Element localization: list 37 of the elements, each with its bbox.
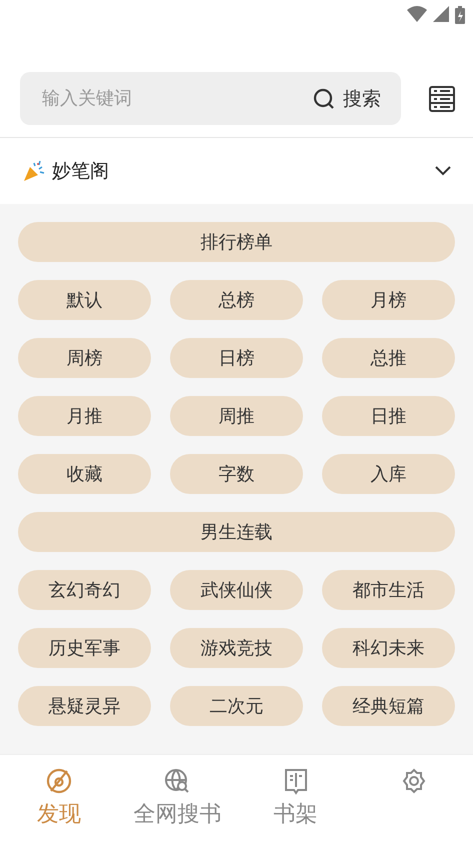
- wifi-icon: [407, 6, 427, 22]
- source-name: 妙笔阁: [52, 159, 109, 184]
- category-chip[interactable]: 武侠仙侠: [170, 570, 303, 610]
- category-chip[interactable]: 日推: [322, 396, 455, 436]
- search-button[interactable]: 搜索: [313, 86, 381, 112]
- category-chip[interactable]: 都市生活: [322, 570, 455, 610]
- category-chip[interactable]: 总推: [322, 338, 455, 378]
- compass-icon: [45, 767, 74, 795]
- category-chip[interactable]: 悬疑灵异: [18, 686, 151, 726]
- category-chip[interactable]: 经典短篇: [322, 686, 455, 726]
- category-chip[interactable]: 历史军事: [18, 628, 151, 668]
- category-chip[interactable]: 玄幻奇幻: [18, 570, 151, 610]
- category-chip[interactable]: 收藏: [18, 454, 151, 494]
- section-header[interactable]: 排行榜单: [18, 222, 455, 262]
- category-chip[interactable]: 周榜: [18, 338, 151, 378]
- category-chip[interactable]: 入库: [322, 454, 455, 494]
- globe-search-icon: [163, 767, 192, 795]
- category-chip[interactable]: 日榜: [170, 338, 303, 378]
- category-chip[interactable]: 月推: [18, 396, 151, 436]
- search-field[interactable]: 输入关键词 搜索: [20, 72, 401, 125]
- source-selector[interactable]: 妙笔阁: [0, 138, 473, 204]
- party-popper-icon: [22, 159, 46, 183]
- category-chip[interactable]: 字数: [170, 454, 303, 494]
- category-chip[interactable]: 科幻未来: [322, 628, 455, 668]
- category-chip[interactable]: 默认: [18, 280, 151, 320]
- category-chip[interactable]: 二次元: [170, 686, 303, 726]
- signal-icon: [433, 6, 449, 22]
- nav-tab[interactable]: 书架: [236, 755, 355, 842]
- nav-tab[interactable]: 全网搜书: [118, 755, 236, 842]
- category-chip[interactable]: 总榜: [170, 280, 303, 320]
- battery-icon: [455, 6, 465, 24]
- search-icon: [313, 88, 335, 110]
- section-header[interactable]: 男生连载: [18, 512, 455, 552]
- category-chip[interactable]: 游戏竞技: [170, 628, 303, 668]
- category-chip[interactable]: 周推: [170, 396, 303, 436]
- category-chip[interactable]: 月榜: [322, 280, 455, 320]
- list-icon[interactable]: [429, 86, 455, 112]
